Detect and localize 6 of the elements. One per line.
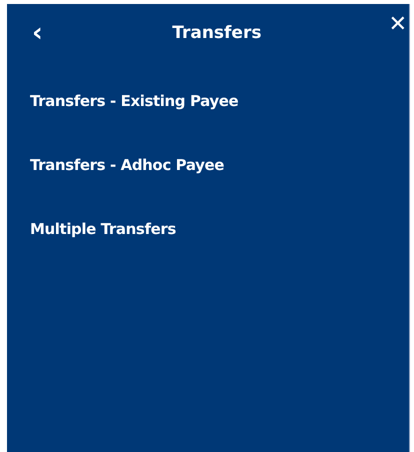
menu-item[interactable]: Multiple Transfers [30,219,176,239]
panel-title: Transfers [171,23,262,43]
close-button[interactable]: ✕ [386,14,409,36]
menu-item[interactable]: Transfers - Adhoc Payee [30,155,224,175]
menu-item[interactable]: Transfers - Existing Payee [30,91,238,111]
back-button[interactable]: ‹ [26,20,49,46]
